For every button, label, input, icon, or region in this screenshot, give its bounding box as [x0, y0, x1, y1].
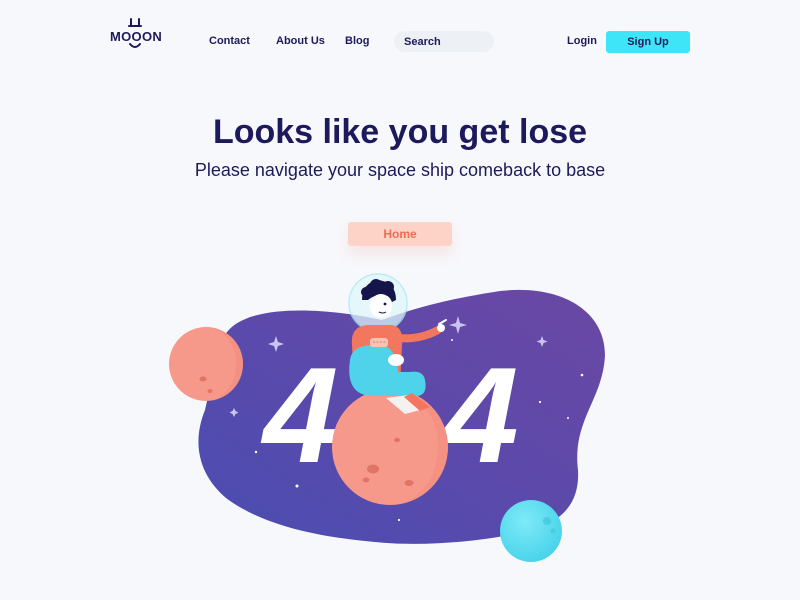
login-link[interactable]: Login [567, 35, 597, 47]
space-illustration [169, 289, 605, 562]
sparkle-star-icon [536, 336, 548, 347]
star-dot [580, 373, 584, 377]
nav-link-contact[interactable]: Contact [209, 35, 250, 47]
cyan-planet [500, 500, 562, 562]
sign-up-button[interactable]: Sign Up [606, 31, 690, 53]
sparkle-star-icon [449, 316, 467, 334]
brand-logo[interactable]: MOOON [110, 18, 163, 48]
foreground-illustration [332, 273, 448, 505]
star-dot [538, 400, 542, 404]
search-input[interactable] [402, 34, 498, 49]
star-dot [451, 339, 453, 341]
page-subtitle: Please navigate your space ship comeback… [194, 160, 606, 180]
logo-antenna-icon [128, 18, 142, 27]
page-title: Looks like you get lose [212, 113, 588, 151]
planet-illustration [332, 389, 448, 505]
sparkle-star-icon [229, 408, 239, 417]
star-dot [295, 484, 299, 488]
star-dot [518, 503, 522, 507]
coral-planet-left [169, 327, 243, 401]
error-digit-first: 4 [263, 339, 339, 491]
star-dot [254, 450, 258, 454]
nav-link-blog[interactable]: Blog [345, 35, 369, 47]
brand-name: MOOON [110, 29, 163, 44]
sparkle-star-icon [268, 336, 284, 352]
nav-link-about-us[interactable]: About Us [276, 35, 325, 47]
astronaut-illustration [348, 273, 447, 414]
star-dot [567, 417, 569, 419]
home-button[interactable]: Home [348, 222, 452, 246]
star-dot [397, 518, 401, 522]
error-digit-second: 4 [443, 339, 519, 491]
space-blob [198, 289, 605, 544]
logo-smile-icon [129, 43, 141, 48]
search-box[interactable] [394, 31, 498, 52]
